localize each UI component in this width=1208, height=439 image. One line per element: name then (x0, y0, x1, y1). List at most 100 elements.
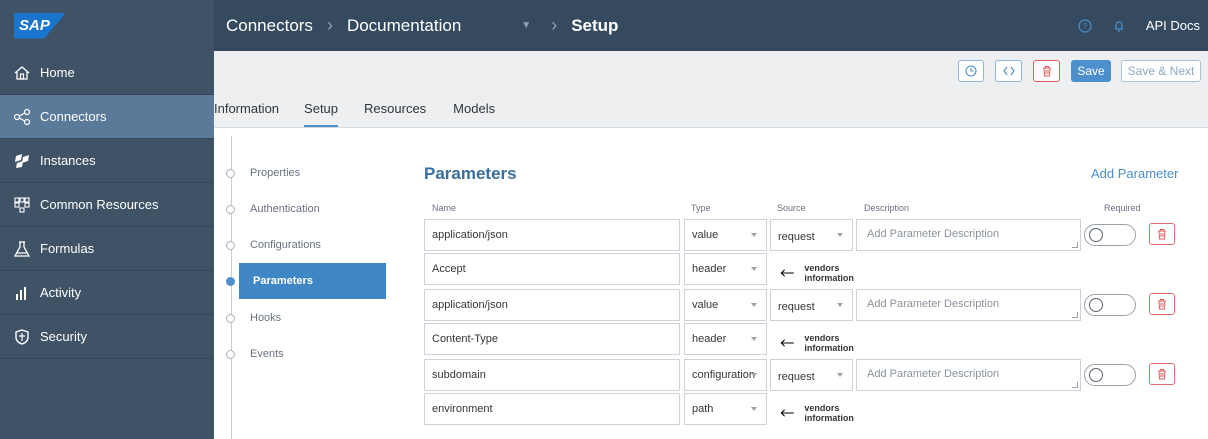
vendors-information-note: vendors information (780, 403, 862, 423)
resize-handle-icon[interactable] (1072, 242, 1078, 248)
required-toggle[interactable] (1084, 224, 1136, 246)
sidebar-item-formulas[interactable]: Formulas (0, 227, 214, 271)
param-name-value: application/json (432, 299, 508, 311)
delete-parameter-button[interactable] (1149, 223, 1175, 245)
bell-icon[interactable] (1112, 19, 1126, 33)
param-type-value: configuration (692, 369, 755, 381)
history-button[interactable] (958, 60, 984, 82)
param-name-input[interactable]: subdomain (424, 359, 680, 391)
vendor-name-input[interactable]: Accept (424, 253, 680, 285)
vendor-type-select[interactable]: header (684, 253, 767, 285)
step-label: Events (250, 348, 284, 360)
step-properties[interactable]: Properties (226, 164, 300, 182)
param-description-textarea[interactable]: Add Parameter Description (856, 219, 1081, 251)
chevron-right-icon: › (551, 15, 558, 35)
tab-information[interactable]: Information (214, 101, 279, 128)
caret-down-icon (837, 303, 843, 307)
param-source-select[interactable]: request (770, 219, 853, 251)
param-source-value: request (778, 371, 815, 383)
toggle-knob (1089, 298, 1103, 312)
step-label: Authentication (250, 203, 320, 215)
sidebar-item-label: Home (40, 65, 75, 80)
sidebar-item-connectors[interactable]: Connectors (0, 95, 214, 139)
param-type-select[interactable]: configuration (684, 359, 767, 391)
step-dot (226, 349, 235, 359)
vendor-type-select[interactable]: path (684, 393, 767, 425)
vendor-name-input[interactable]: environment (424, 393, 680, 425)
step-events[interactable]: Events (226, 345, 284, 363)
shield-icon (12, 327, 32, 347)
step-dot (226, 204, 235, 214)
step-label: Configurations (250, 239, 321, 251)
caret-down-icon (751, 373, 757, 377)
required-toggle[interactable] (1084, 294, 1136, 316)
vendors-information-note: vendors information (780, 333, 862, 353)
sidebar-item-home[interactable]: Home (0, 51, 214, 95)
delete-button[interactable] (1033, 60, 1060, 82)
vendor-type-value: header (692, 333, 727, 345)
param-type-value: value (692, 299, 719, 311)
param-type-value: value (692, 229, 719, 241)
tab-resources[interactable]: Resources (364, 101, 426, 128)
vendor-name-input[interactable]: Content-Type (424, 323, 680, 355)
toggle-knob (1089, 368, 1103, 382)
home-icon (12, 63, 32, 83)
sidebar-item-security[interactable]: Security (0, 315, 214, 359)
param-name-input[interactable]: application/json (424, 289, 680, 321)
step-authentication[interactable]: Authentication (226, 200, 320, 218)
required-toggle[interactable] (1084, 364, 1136, 386)
step-label: Properties (250, 167, 301, 179)
chevron-right-icon: › (326, 15, 333, 35)
top-bar: SAP Connectors › Documentation ▼ › Setup… (0, 0, 1208, 51)
column-header-required: Required (1104, 203, 1141, 213)
vendor-name-value: Accept (432, 263, 466, 275)
param-type-select[interactable]: value (684, 289, 767, 321)
add-parameter-link[interactable]: Add Parameter (1091, 166, 1178, 181)
step-hooks[interactable]: Hooks (226, 309, 281, 327)
connectors-icon (12, 107, 32, 127)
param-name-input[interactable]: application/json (424, 219, 680, 251)
vendors-information-note: vendors information (780, 263, 862, 283)
column-header-name: Name (432, 203, 457, 213)
sidebar-item-instances[interactable]: Instances (0, 139, 214, 183)
flask-icon (12, 239, 32, 259)
step-dot (226, 168, 235, 178)
step-configurations[interactable]: Configurations (226, 236, 321, 254)
tab-models[interactable]: Models (453, 101, 495, 128)
resize-handle-icon[interactable] (1072, 382, 1078, 388)
param-source-select[interactable]: request (770, 289, 853, 321)
param-description-textarea[interactable]: Add Parameter Description (856, 359, 1081, 391)
toolbar: Save Save & Next Information Setup Resou… (214, 51, 1208, 128)
vendors-information-label: vendors information (804, 403, 854, 423)
trash-icon (1158, 369, 1166, 380)
delete-parameter-button[interactable] (1149, 293, 1175, 315)
resize-handle-icon[interactable] (1072, 312, 1078, 318)
sidebar-item-activity[interactable]: Activity (0, 271, 214, 315)
sidebar-item-label: Activity (40, 285, 82, 300)
step-dot (226, 313, 235, 323)
chevron-down-icon[interactable]: ▼ (521, 20, 531, 31)
param-description-textarea[interactable]: Add Parameter Description (856, 289, 1081, 321)
param-type-select[interactable]: value (684, 219, 767, 251)
breadcrumb-connectors[interactable]: Connectors (226, 16, 313, 36)
sap-logo[interactable]: SAP (14, 12, 66, 39)
vendor-type-value: header (692, 263, 727, 275)
arrow-left-icon (780, 409, 794, 417)
vendor-type-select[interactable]: header (684, 323, 767, 355)
breadcrumb-setup: Setup (571, 15, 619, 35)
help-icon[interactable]: ? (1078, 18, 1092, 33)
code-button[interactable] (995, 60, 1022, 82)
param-source-select[interactable]: request (770, 359, 853, 391)
delete-parameter-button[interactable] (1149, 363, 1175, 385)
breadcrumb-documentation[interactable]: Documentation (347, 16, 461, 36)
column-header-source: Source (777, 203, 806, 213)
api-docs-link[interactable]: API Docs (1146, 18, 1200, 33)
tab-setup[interactable]: Setup (304, 101, 338, 128)
vendors-information-label: vendors information (804, 333, 854, 353)
sidebar-item-common-resources[interactable]: Common Resources (0, 183, 214, 227)
save-button[interactable]: Save (1071, 60, 1111, 82)
step-parameters[interactable]: Parameters (239, 263, 386, 299)
parameters-title: Parameters (424, 164, 517, 183)
save-next-button[interactable]: Save & Next (1121, 60, 1201, 82)
param-source-value: request (778, 301, 815, 313)
